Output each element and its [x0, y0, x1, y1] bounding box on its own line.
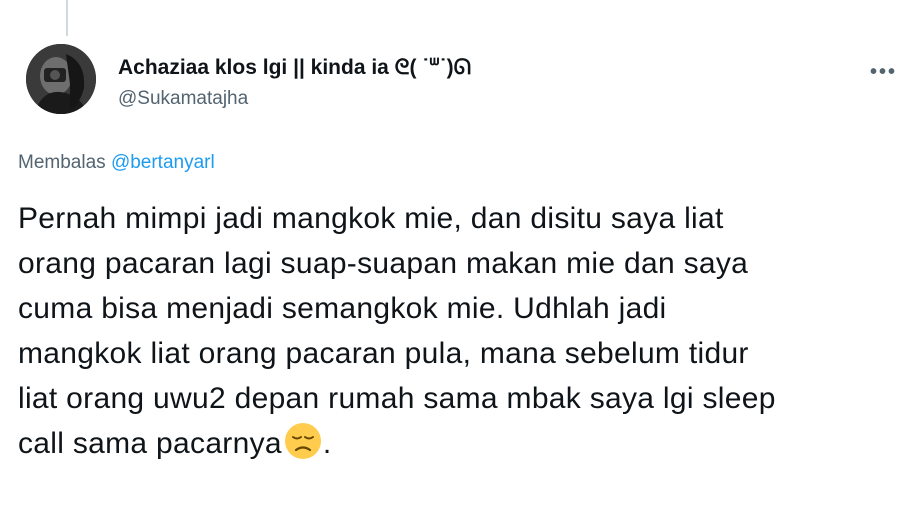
avatar-photo-icon	[26, 44, 96, 114]
avatar[interactable]	[26, 44, 96, 114]
tweet-text-last-line: call sama pacarnya	[18, 427, 282, 460]
author-handle[interactable]: @Sukamatajha	[118, 88, 471, 110]
tweet-card[interactable]: Achaziaa klos lgi || kinda ia ᘓ( ˙ᐜ˙)ᘏ @…	[0, 0, 917, 510]
author-display-name[interactable]: Achaziaa klos lgi || kinda ia ᘓ( ˙ᐜ˙)ᘏ	[118, 56, 471, 80]
tweet-text-line: mangkok liat orang pacaran pula, mana se…	[18, 337, 749, 370]
reply-context: Membalas @bertanyarl	[18, 152, 215, 174]
disappointed-face-icon	[284, 423, 321, 459]
tweet-text-suffix: .	[322, 427, 332, 460]
reply-prefix: Membalas	[18, 152, 106, 173]
tweet-text-line: Pernah mimpi jadi mangkok mie, dan disit…	[18, 202, 724, 235]
tweet-text-line: cuma bisa menjadi semangkok mie. Udhlah …	[18, 292, 667, 325]
tweet-text-line: liat orang uwu2 depan rumah sama mbak sa…	[18, 382, 776, 415]
more-options-icon[interactable]: •••	[870, 62, 897, 82]
reply-mention-link[interactable]: @bertanyarl	[111, 152, 215, 173]
tweet-body-text: Pernah mimpi jadi mangkok mie, dan disit…	[18, 196, 908, 466]
tweet-text-line: orang pacaran lagi suap-suapan makan mie…	[18, 247, 749, 280]
author-block: Achaziaa klos lgi || kinda ia ᘓ( ˙ᐜ˙)ᘏ @…	[118, 56, 471, 110]
thread-connector-line	[66, 0, 68, 36]
